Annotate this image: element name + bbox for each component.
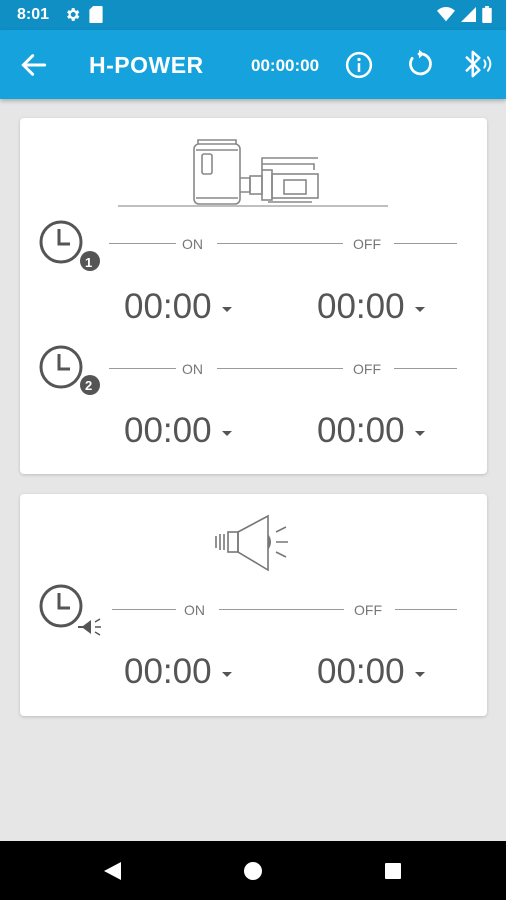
info-button[interactable] — [344, 50, 374, 80]
off-label: OFF — [354, 602, 382, 618]
sd-card-icon — [89, 6, 103, 23]
status-bar: 8:01 — [0, 0, 506, 30]
gear-icon — [67, 8, 80, 21]
speaker-on-dropdown[interactable]: 00:00 — [124, 652, 236, 696]
speaker-off-time: 00:00 — [317, 652, 405, 691]
app-timer: 00:00:00 — [251, 56, 320, 75]
timer2-on-time: 00:00 — [124, 411, 212, 450]
back-triangle-icon[interactable] — [101, 860, 123, 882]
clock-icon — [39, 584, 101, 636]
back-arrow-icon — [21, 54, 47, 76]
on-label: ON — [182, 236, 203, 252]
navigation-bar — [0, 841, 506, 900]
chevron-down-icon — [415, 307, 425, 312]
timer2-off-time: 00:00 — [317, 411, 405, 450]
timer2-on-dropdown[interactable]: 00:00 — [124, 411, 236, 455]
on-label: ON — [184, 602, 205, 618]
timer1-off-dropdown[interactable]: 00:00 — [317, 287, 429, 331]
app-title: H-POWER — [89, 52, 204, 78]
chevron-down-icon — [415, 672, 425, 677]
pump-icon — [118, 139, 388, 207]
chevron-down-icon — [222, 672, 232, 677]
refresh-button[interactable] — [404, 49, 434, 79]
back-button[interactable] — [18, 49, 50, 81]
pump-timer-card: 1 ON OFF 00:00 00:00 2 ON OFF 00:00 00:0… — [20, 118, 487, 474]
refresh-icon — [409, 49, 432, 76]
battery-icon — [482, 6, 492, 23]
speaker-off-dropdown[interactable]: 00:00 — [317, 652, 429, 696]
app-bar: H-POWER 00:00:00 — [0, 30, 506, 99]
chevron-down-icon — [222, 431, 232, 436]
clock-icon — [39, 220, 100, 271]
off-label: OFF — [353, 361, 381, 377]
speaker-icon — [215, 514, 288, 572]
home-circle-icon[interactable] — [243, 861, 263, 881]
clock-icon — [39, 345, 100, 395]
wifi-icon — [437, 7, 455, 22]
timer1-on-time: 00:00 — [124, 287, 212, 326]
on-label: ON — [182, 361, 203, 377]
recents-square-icon[interactable] — [384, 862, 402, 880]
off-label: OFF — [353, 236, 381, 252]
bluetooth-button[interactable] — [460, 48, 494, 80]
speaker-on-time: 00:00 — [124, 652, 212, 691]
info-icon — [345, 51, 373, 79]
timer-badge-2: 2 — [85, 378, 93, 393]
speaker-timer-card: ON OFF 00:00 00:00 — [20, 494, 487, 716]
timer2-off-dropdown[interactable]: 00:00 — [317, 411, 429, 455]
signal-icon — [461, 7, 476, 22]
bluetooth-icon — [465, 50, 492, 78]
chevron-down-icon — [222, 307, 232, 312]
timer1-on-dropdown[interactable]: 00:00 — [124, 287, 236, 331]
timer1-off-time: 00:00 — [317, 287, 405, 326]
chevron-down-icon — [415, 431, 425, 436]
timer-badge-1: 1 — [85, 255, 93, 270]
status-time: 8:01 — [17, 6, 50, 23]
